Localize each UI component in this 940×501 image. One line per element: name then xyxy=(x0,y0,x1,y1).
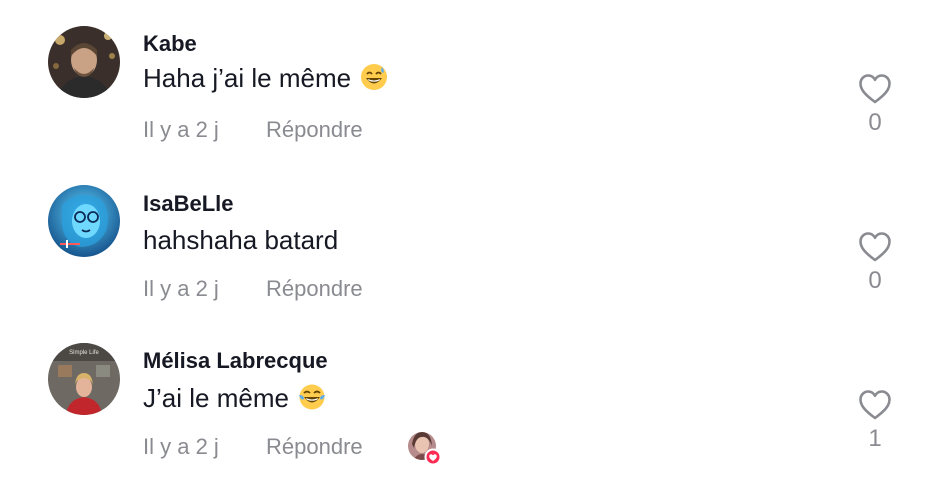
comment-item: Simple Life Mélisa Labrecque J’ai le mêm… xyxy=(0,343,940,501)
avatar-caption: Simple Life xyxy=(69,350,99,356)
comment-text-content: Haha j’ai le même xyxy=(143,63,352,93)
like-control: 1 xyxy=(850,389,900,453)
comment-item: IsaBeLle hahshaha batard Il y a 2 j Répo… xyxy=(0,185,940,343)
avatar[interactable] xyxy=(48,185,120,257)
comment-text-content: J’ai le même xyxy=(143,383,289,413)
like-control: 0 xyxy=(850,231,900,295)
heart-outline-icon[interactable] xyxy=(858,73,892,105)
liked-by-creator-badge xyxy=(406,430,442,466)
avatar[interactable] xyxy=(48,26,120,98)
tears-of-joy-emoji-icon xyxy=(299,384,326,410)
like-count: 0 xyxy=(868,267,882,294)
comment-text: Haha j’ai le même xyxy=(143,63,388,94)
creator-heart-badge-icon xyxy=(408,432,442,466)
reply-button[interactable]: Répondre xyxy=(266,434,363,460)
like-count: 1 xyxy=(868,425,882,452)
heart-outline-icon[interactable] xyxy=(858,389,892,421)
like-control: 0 xyxy=(850,73,900,137)
comment-username[interactable]: IsaBeLle xyxy=(143,191,234,217)
comment-time: Il y a 2 j xyxy=(143,117,219,142)
avatar[interactable]: Simple Life xyxy=(48,343,120,415)
comment-text: J’ai le même xyxy=(143,383,326,414)
comment-text: hahshaha batard xyxy=(143,225,338,256)
comment-item: Kabe Haha j’ai le même Il y a 2 j Répond… xyxy=(0,26,940,184)
comment-time: Il y a 2 j xyxy=(143,276,219,301)
comment-username[interactable]: Kabe xyxy=(143,31,197,57)
sweat-smile-emoji-icon xyxy=(361,64,388,90)
heart-outline-icon[interactable] xyxy=(858,231,892,263)
comment-username[interactable]: Mélisa Labrecque xyxy=(143,348,328,374)
like-count: 0 xyxy=(868,109,882,136)
comment-time: Il y a 2 j xyxy=(143,434,219,459)
comment-text-content: hahshaha batard xyxy=(143,225,339,255)
reply-button[interactable]: Répondre xyxy=(266,117,363,143)
reply-button[interactable]: Répondre xyxy=(266,276,363,302)
